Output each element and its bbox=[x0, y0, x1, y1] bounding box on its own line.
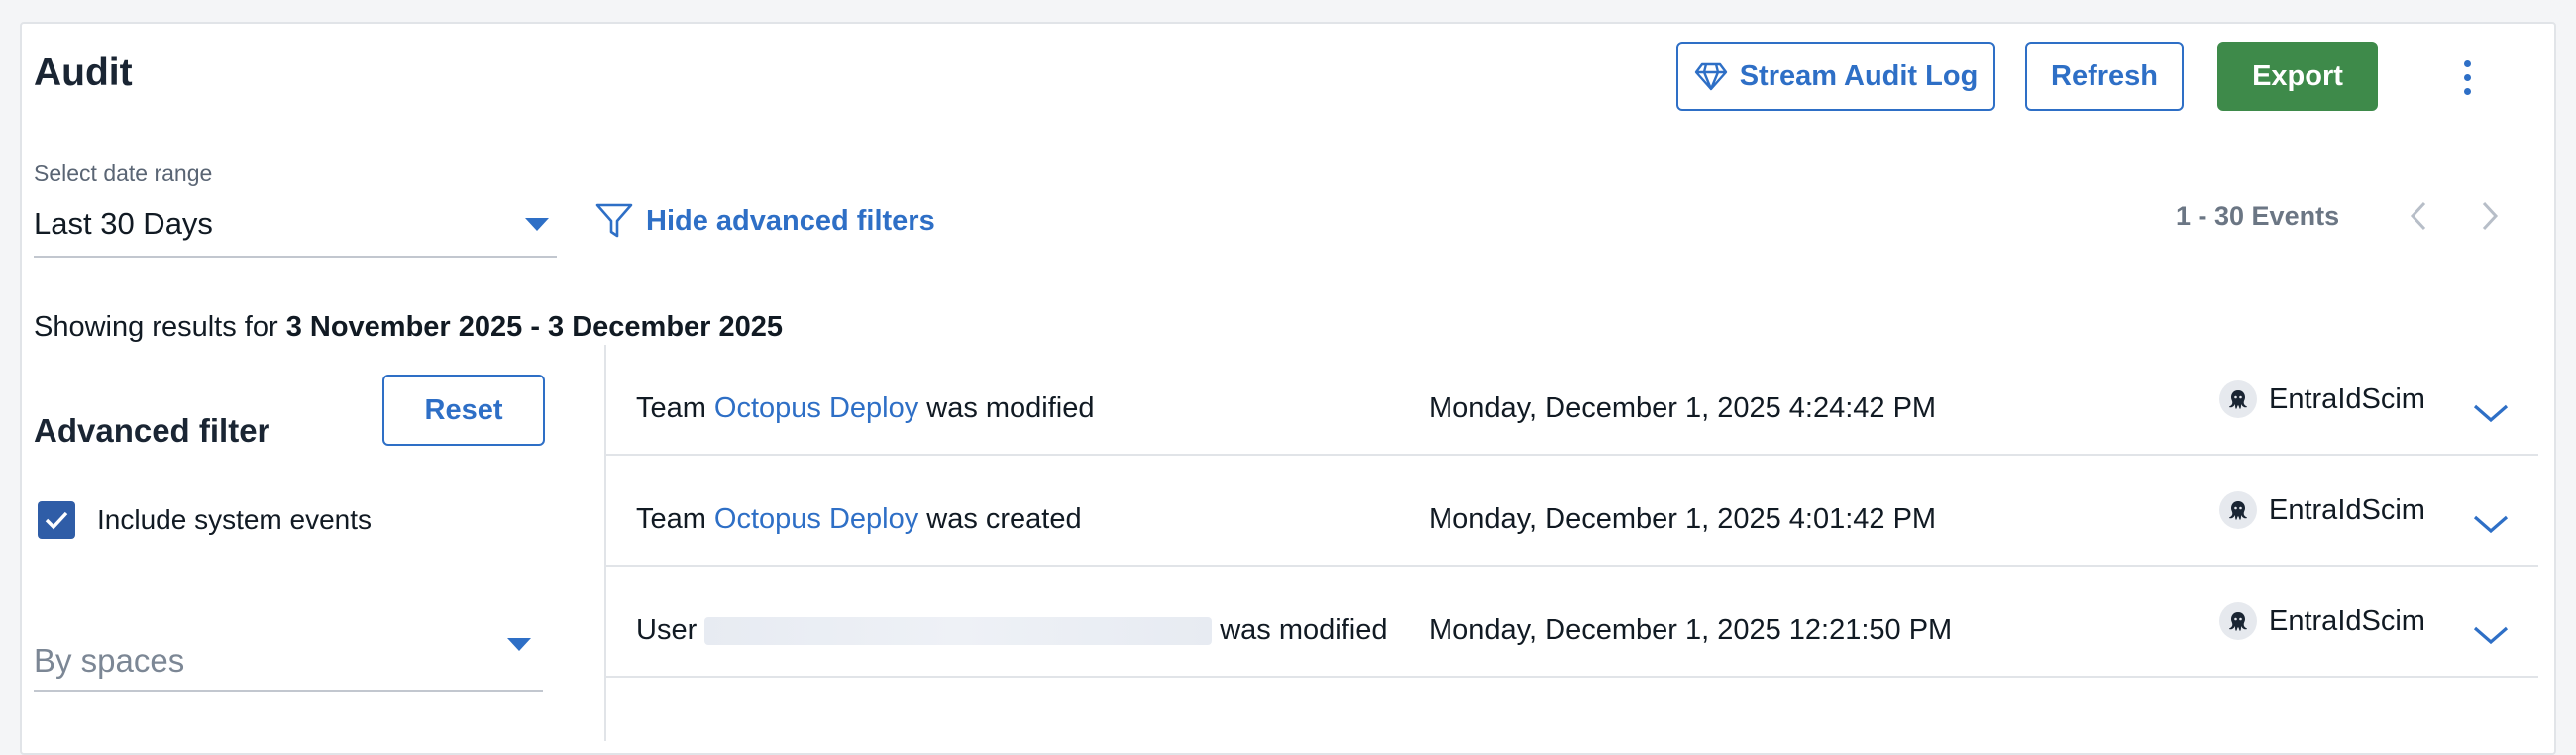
diamond-icon bbox=[1694, 61, 1728, 91]
octopus-icon bbox=[2219, 602, 2257, 640]
page-title: Audit bbox=[34, 52, 133, 94]
chevron-left-icon[interactable] bbox=[2397, 194, 2440, 238]
date-range-select[interactable]: Last 30 Days bbox=[34, 200, 557, 258]
event-date: Monday, December 1, 2025 4:24:42 PM bbox=[1429, 392, 1937, 424]
event-suffix: was created bbox=[926, 503, 1082, 535]
event-count-label: 1 - 30 Events bbox=[2176, 200, 2340, 231]
event-description: Team Octopus Deploy was modified bbox=[636, 392, 1095, 425]
filter-funnel-icon bbox=[594, 202, 634, 240]
event-link[interactable]: Octopus Deploy bbox=[714, 392, 918, 425]
export-button[interactable]: Export bbox=[2217, 42, 2378, 111]
event-description: User was modified bbox=[636, 614, 1387, 647]
octopus-icon bbox=[2219, 491, 2257, 529]
hide-advanced-filters-link[interactable]: Hide advanced filters bbox=[594, 202, 935, 240]
showing-results-text: Showing results for 3 November 2025 - 3 … bbox=[34, 311, 783, 344]
event-list: Team Octopus Deploy was modified Monday,… bbox=[604, 345, 2538, 741]
event-user-name: EntraIdScim bbox=[2269, 493, 2425, 526]
include-system-events-checkbox[interactable] bbox=[38, 501, 75, 539]
by-spaces-select[interactable]: By spaces bbox=[34, 622, 543, 692]
event-description: Team Octopus Deploy was created bbox=[636, 503, 1082, 536]
event-suffix: was modified bbox=[926, 392, 1095, 424]
event-user: EntraIdScim bbox=[2219, 491, 2425, 529]
showing-range: 3 November 2025 - 3 December 2025 bbox=[285, 311, 784, 343]
by-spaces-placeholder: By spaces bbox=[34, 642, 185, 679]
showing-prefix: Showing results for bbox=[34, 311, 278, 343]
advanced-filter-title: Advanced filter bbox=[34, 412, 270, 449]
date-range-value: Last 30 Days bbox=[34, 206, 213, 241]
reset-button[interactable]: Reset bbox=[382, 375, 545, 446]
stream-audit-log-button[interactable]: Stream Audit Log bbox=[1676, 42, 1995, 111]
chevron-down-icon[interactable] bbox=[2469, 398, 2513, 428]
stream-audit-log-label: Stream Audit Log bbox=[1739, 59, 1979, 92]
event-suffix: was modified bbox=[1220, 614, 1388, 646]
chevron-down-icon[interactable] bbox=[2469, 620, 2513, 650]
event-prefix: User bbox=[636, 614, 698, 646]
event-prefix: Team bbox=[636, 503, 706, 535]
event-date: Monday, December 1, 2025 12:21:50 PM bbox=[1429, 614, 1953, 646]
pagination: 1 - 30 Events bbox=[2176, 194, 2512, 238]
event-user-name: EntraIdScim bbox=[2269, 382, 2425, 415]
event-row[interactable]: User was modified Monday, December 1, 20… bbox=[606, 567, 2538, 678]
hide-advanced-filters-label: Hide advanced filters bbox=[646, 204, 935, 237]
event-link[interactable]: Octopus Deploy bbox=[714, 503, 918, 536]
chevron-right-icon[interactable] bbox=[2468, 194, 2512, 238]
octopus-icon bbox=[2219, 380, 2257, 418]
event-user-name: EntraIdScim bbox=[2269, 604, 2425, 637]
caret-down-icon bbox=[525, 218, 549, 231]
more-options-kebab-icon[interactable] bbox=[2447, 54, 2487, 100]
event-row[interactable]: Team Octopus Deploy was created Monday, … bbox=[606, 456, 2538, 567]
event-user: EntraIdScim bbox=[2219, 380, 2425, 418]
chevron-down-icon[interactable] bbox=[2469, 509, 2513, 539]
redacted-user-name bbox=[704, 616, 1213, 645]
event-row[interactable]: Team Octopus Deploy was modified Monday,… bbox=[606, 345, 2538, 456]
event-prefix: Team bbox=[636, 392, 706, 424]
date-range-label: Select date range bbox=[34, 161, 213, 186]
refresh-button[interactable]: Refresh bbox=[2025, 42, 2184, 111]
include-system-events-option[interactable]: Include system events bbox=[38, 501, 372, 539]
event-date: Monday, December 1, 2025 4:01:42 PM bbox=[1429, 503, 1937, 535]
checkmark-icon bbox=[45, 511, 68, 530]
include-system-events-label: Include system events bbox=[97, 504, 373, 535]
event-user: EntraIdScim bbox=[2219, 602, 2425, 640]
caret-down-icon bbox=[507, 638, 531, 651]
